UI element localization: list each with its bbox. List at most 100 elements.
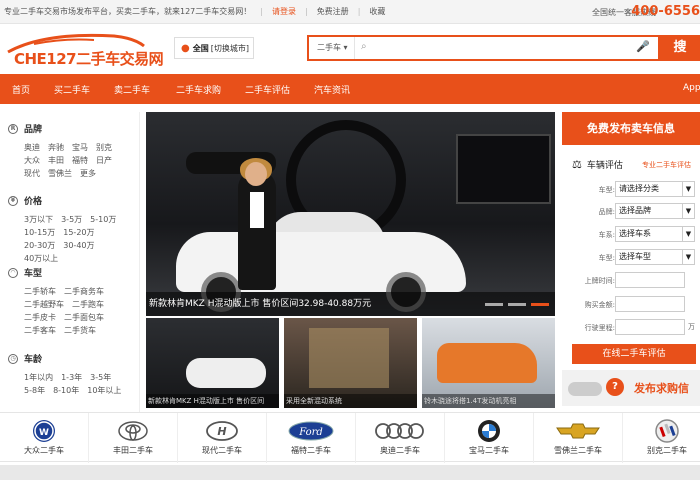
brand-select[interactable]: 选择品牌 ▼ (615, 203, 695, 219)
filter-item[interactable]: 3-5万 (61, 213, 82, 226)
filter-item[interactable]: 别克 (96, 141, 112, 154)
nav-wanted[interactable]: 二手车求购 (176, 83, 221, 96)
eval-link[interactable]: 专业二手车评估 (642, 160, 691, 170)
yen-icon: ¥ (8, 195, 18, 206)
brand-item-toyota[interactable]: 丰田二手车 (89, 413, 178, 463)
chevron-down-icon: ▼ (682, 182, 694, 196)
filter-item[interactable]: 雪佛兰 (48, 167, 72, 180)
filter-item[interactable]: 日产 (96, 154, 112, 167)
filter-item[interactable]: 二手客车 (24, 324, 56, 337)
field-category: 车型: 请选择分类 ▼ (562, 181, 700, 199)
filter-item[interactable]: 5-10万 (90, 213, 116, 226)
presenter-image (238, 170, 276, 290)
nav-home[interactable]: 首页 (12, 83, 30, 96)
filter-item[interactable]: 丰田 (48, 154, 64, 167)
filter-item[interactable]: 更多 (80, 167, 96, 180)
ford-logo-icon: Ford (288, 420, 334, 442)
filter-panel: R 品牌 奥迪 奔驰 宝马 别克 大众 丰田 福特 日产 现代 雪佛兰 更多 ¥ 价… (0, 112, 140, 412)
nav-evaluate[interactable]: 二手车评估 (245, 83, 290, 96)
brand-item-chevrolet[interactable]: 雪佛兰二手车 (534, 413, 623, 463)
field-series: 车系: 选择车系 ▼ (562, 226, 700, 244)
nav-sell[interactable]: 卖二手车 (114, 83, 150, 96)
filter-item[interactable]: 二手面包车 (64, 311, 104, 324)
search-input[interactable] (373, 39, 633, 57)
filter-item[interactable]: 二手越野车 (24, 298, 64, 311)
news-thumbnails: 新款林肯MKZ H混动版上市 售价区间 采用全新混动系统 铃木骁途将搭1.4T发… (146, 318, 555, 408)
carousel-dot-active[interactable] (531, 303, 549, 306)
hyundai-logo-icon: H (205, 420, 239, 442)
publish-sale-button[interactable]: 免费发布卖车信息 (562, 112, 700, 145)
brand-item-ford[interactable]: Ford 福特二手车 (267, 413, 356, 463)
brand-item-vw[interactable]: W 大众二手车 (0, 413, 89, 463)
site-logo[interactable]: CHE127二手车交易网 (4, 30, 164, 68)
search-box[interactable]: 二手车 ▾ ⌕ 🎤 (307, 35, 660, 61)
price-filter: ¥ 价格 3万以下 3-5万 5-10万 10-15万 15-20万 20-30万… (8, 194, 134, 265)
nav-app[interactable]: App (683, 83, 700, 93)
filter-item[interactable]: 福特 (72, 154, 88, 167)
series-select[interactable]: 选择车系 ▼ (615, 226, 695, 242)
field-model: 车型: 选择车型 ▼ (562, 249, 700, 267)
model-select[interactable]: 选择车型 ▼ (615, 249, 695, 265)
thumbnail[interactable]: 铃木骁途将搭1.4T发动机亮相 (422, 318, 555, 408)
eval-heading: ⚖ 车辆评估 (572, 158, 623, 171)
toyota-logo-icon (117, 420, 149, 442)
field-price: 购买金额: (562, 296, 700, 314)
filter-item[interactable]: 30-40万 (63, 239, 94, 252)
city-selector[interactable]: ● 全国 [切换城市] (174, 37, 254, 59)
thumbnail[interactable]: 新款林肯MKZ H混动版上市 售价区间 (146, 318, 279, 408)
filter-item[interactable]: 1-3年 (61, 371, 82, 384)
nav-news[interactable]: 汽车资讯 (314, 83, 350, 96)
filter-item[interactable]: 大众 (24, 154, 40, 167)
filter-item[interactable]: 二手商务车 (64, 285, 104, 298)
publish-buy-banner[interactable]: ? 发布求购信 (562, 370, 700, 406)
register-link[interactable]: 免费注册 (317, 6, 349, 17)
brand-item-bmw[interactable]: 宝马二手车 (445, 413, 534, 463)
filter-item[interactable]: 现代 (24, 167, 40, 180)
brand-item-hyundai[interactable]: H 现代二手车 (178, 413, 267, 463)
carousel-dot[interactable] (485, 303, 503, 306)
hero-carousel[interactable]: 新款林肯MKZ H混动版上市 售价区间32.98-40.88万元 (146, 112, 555, 316)
search-category-dropdown[interactable]: 二手车 ▾ (309, 37, 355, 59)
filter-item[interactable]: 宝马 (72, 141, 88, 154)
evaluation-sidebar: 免费发布卖车信息 ⚖ 车辆评估 专业二手车评估 车型: 请选择分类 ▼ 品牌: 选… (562, 112, 700, 412)
filter-item[interactable]: 3-5年 (90, 371, 111, 384)
filter-item[interactable]: 奥迪 (24, 141, 40, 154)
filter-item[interactable]: 二手货车 (64, 324, 96, 337)
filter-item[interactable]: 1年以内 (24, 371, 53, 384)
thumbnail-caption: 新款林肯MKZ H混动版上市 售价区间 (146, 394, 279, 408)
nav-buy[interactable]: 买二手车 (54, 83, 90, 96)
location-pin-icon: ● (181, 42, 190, 54)
mileage-input[interactable] (615, 319, 685, 335)
thumbnail-caption: 铃木骁途将搭1.4T发动机亮相 (422, 394, 555, 408)
thumbnail[interactable]: 采用全新混动系统 (284, 318, 417, 408)
filter-item[interactable]: 10年以上 (87, 384, 121, 397)
carousel-dot[interactable] (508, 303, 526, 306)
filter-item[interactable]: 8-10年 (53, 384, 79, 397)
filter-item[interactable]: 5-8年 (24, 384, 45, 397)
online-eval-button[interactable]: 在线二手车评估 (572, 344, 696, 364)
filter-item[interactable]: 二手跑车 (72, 298, 104, 311)
chevron-down-icon: ▼ (682, 227, 694, 241)
filter-item[interactable]: 奔驰 (48, 141, 64, 154)
search-button[interactable]: 搜 (660, 35, 700, 61)
main-nav: 首页 买二手车 卖二手车 二手车求购 二手车评估 汽车资讯 App (0, 74, 700, 104)
filter-item[interactable]: 20-30万 (24, 239, 55, 252)
field-mileage: 行驶里程: 万 (562, 319, 700, 337)
microphone-icon[interactable]: 🎤 (636, 40, 650, 53)
favorite-link[interactable]: 收藏 (369, 6, 385, 17)
login-link[interactable]: 请登录 (272, 6, 296, 17)
filter-item[interactable]: 二手皮卡 (24, 311, 56, 324)
filter-item[interactable]: 3万以下 (24, 213, 53, 226)
filter-item[interactable]: 15-20万 (63, 226, 94, 239)
filter-item[interactable]: 10-15万 (24, 226, 55, 239)
svg-text:W: W (39, 428, 49, 438)
category-select[interactable]: 请选择分类 ▼ (615, 181, 695, 197)
carousel-indicators (480, 303, 549, 306)
reg-date-input[interactable] (615, 272, 685, 288)
filter-item[interactable]: 二手轿车 (24, 285, 56, 298)
price-input[interactable] (615, 296, 685, 312)
age-filter: ◷ 车龄 1年以内 1-3年 3-5年 5-8年 8-10年 10年以上 (8, 352, 134, 397)
brand-item-audi[interactable]: 奥迪二手车 (356, 413, 445, 463)
brand-item-buick[interactable]: 别克二手车 (623, 413, 700, 463)
filter-item[interactable]: 40万以上 (24, 252, 58, 265)
